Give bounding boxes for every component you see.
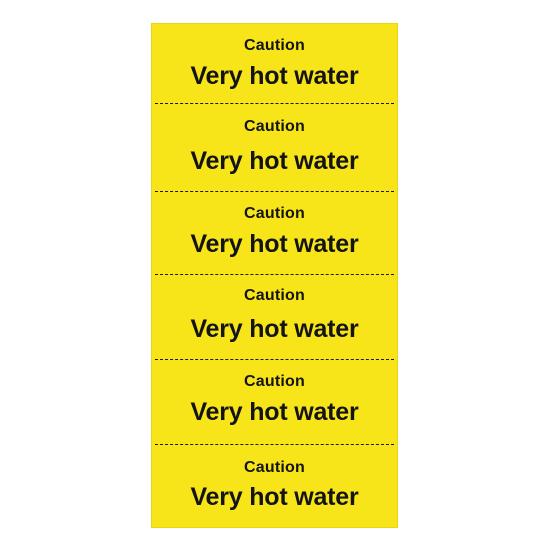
caution-text: Caution [244, 287, 305, 304]
warning-label: Caution Very hot water [151, 192, 398, 274]
very-hot-water-text: Very hot water [190, 230, 359, 258]
caution-text: Caution [244, 205, 305, 222]
warning-label: Caution Very hot water [151, 104, 398, 191]
caution-text: Caution [244, 37, 305, 54]
very-hot-water-text: Very hot water [190, 62, 359, 90]
warning-label: Caution Very hot water [151, 360, 398, 444]
caution-text: Caution [244, 459, 305, 476]
warning-label: Caution Very hot water [151, 445, 398, 528]
very-hot-water-text: Very hot water [190, 147, 359, 175]
caution-text: Caution [244, 373, 305, 390]
caution-text: Caution [244, 118, 305, 135]
warning-label: Caution Very hot water [151, 275, 398, 359]
label-sheet: Caution Very hot water Caution Very hot … [151, 23, 398, 528]
warning-label: Caution Very hot water [151, 23, 398, 103]
very-hot-water-text: Very hot water [190, 315, 359, 343]
very-hot-water-text: Very hot water [190, 398, 359, 426]
very-hot-water-text: Very hot water [190, 483, 359, 511]
